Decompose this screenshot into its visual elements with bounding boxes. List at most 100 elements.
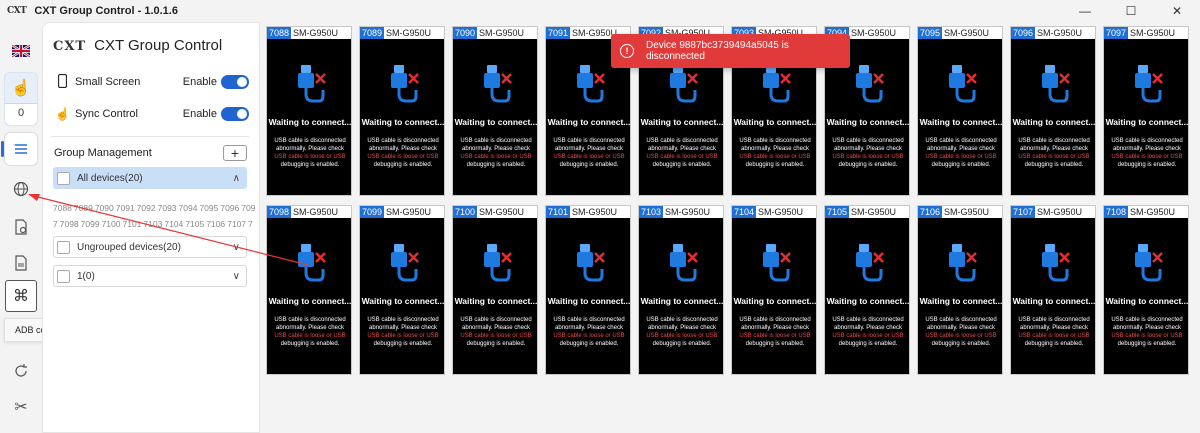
message-white: USB cable is disconnected abnormally. Pl… [460, 317, 532, 331]
device-number[interactable]: 7100 [102, 219, 121, 229]
device-number[interactable]: 7096 [220, 203, 239, 213]
message-tail: debugging is enabled. [652, 341, 712, 347]
waiting-text: Waiting to connect... [919, 296, 1003, 306]
device-number[interactable]: 7095 [199, 203, 218, 213]
device-number[interactable]: 7106 [206, 219, 225, 229]
device-number[interactable]: 7092 [137, 203, 156, 213]
touch-control-toggle[interactable]: ☝ 0 [4, 72, 38, 126]
device-card[interactable]: 7088 SM-G950U Waiting to connect... USB cab… [266, 26, 352, 196]
message-tail: debugging is enabled. [745, 341, 805, 347]
device-card[interactable]: 7098 SM-G950U Waiting to connect... USB cab… [266, 205, 352, 375]
device-number[interactable]: 7098 [60, 219, 79, 229]
rotate-icon[interactable] [4, 354, 38, 388]
group-all-devices[interactable]: All devices(20) ∧ [53, 167, 247, 189]
message-tail: debugging is enabled. [280, 341, 340, 347]
message-tail: debugging is enabled. [931, 162, 991, 168]
scissors-icon[interactable]: ✂ [4, 390, 38, 424]
message-red: USB cable is loose or USB [460, 333, 532, 339]
device-card[interactable]: 7095 SM-G950U Waiting to connect... USB cab… [917, 26, 1003, 196]
chevron-down-icon[interactable]: ∨ [233, 271, 240, 282]
device-card[interactable]: 7100 SM-G950U Waiting to connect... USB cab… [452, 205, 538, 375]
message-tail: debugging is enabled. [1117, 162, 1177, 168]
control-panel: CXT CXT Group Control Small Screen Enabl… [42, 22, 260, 433]
close-button[interactable]: ✕ [1154, 0, 1200, 22]
device-header: 7098 SM-G950U [267, 206, 351, 218]
device-card[interactable]: 7107 SM-G950U Waiting to connect... USB cab… [1010, 205, 1096, 375]
message-red: USB cable is loose or USB [925, 154, 997, 160]
device-number-badge: 7099 [360, 206, 385, 218]
device-card[interactable]: 7103 SM-G950U Waiting to connect... USB cab… [638, 205, 724, 375]
device-number[interactable]: 7094 [179, 203, 198, 213]
device-number[interactable]: 7090 [95, 203, 114, 213]
text-file-icon[interactable] [4, 246, 38, 280]
brand-logo: CXT [53, 39, 87, 54]
message-tail: debugging is enabled. [466, 162, 526, 168]
device-model: SM-G950U [386, 207, 432, 217]
minimize-button[interactable]: — [1062, 0, 1108, 22]
message-red: USB cable is loose or USB [832, 154, 904, 160]
device-number-badge: 7089 [360, 27, 385, 39]
device-model: SM-G950U [479, 207, 525, 217]
message-tail: debugging is enabled. [838, 162, 898, 168]
disconnect-toast: ! Device 9887bc3739494a5045 is disconnec… [611, 34, 850, 68]
device-number-badge: 7107 [1011, 206, 1036, 218]
device-number[interactable]: 7104 [164, 219, 183, 229]
message-tail: debugging is enabled. [931, 341, 991, 347]
globe-icon[interactable] [4, 172, 38, 206]
chevron-down-icon[interactable]: ∨ [233, 242, 240, 253]
disconnect-message: USB cable is disconnected abnormally. Pl… [827, 316, 909, 348]
device-number[interactable]: 7105 [185, 219, 204, 229]
sync-control-toggle[interactable] [221, 107, 249, 121]
alert-icon: ! [620, 44, 634, 58]
device-number[interactable]: 7101 [123, 219, 142, 229]
maximize-button[interactable]: ☐ [1108, 0, 1154, 22]
device-card[interactable]: 7099 SM-G950U Waiting to connect... USB cab… [359, 205, 445, 375]
usb-disconnected-icon [484, 244, 512, 282]
device-card[interactable]: 7104 SM-G950U Waiting to connect... USB cab… [731, 205, 817, 375]
device-header: 7108 SM-G950U [1104, 206, 1188, 218]
device-card[interactable]: 7090 SM-G950U Waiting to connect... USB cab… [452, 26, 538, 196]
chevron-up-icon[interactable]: ∧ [233, 173, 240, 184]
add-group-button[interactable]: + [223, 145, 247, 161]
device-card[interactable]: 7108 SM-G950U Waiting to connect... USB cab… [1103, 205, 1189, 375]
device-number[interactable]: 7091 [116, 203, 135, 213]
settings-file-icon[interactable] [4, 210, 38, 244]
group-1[interactable]: 1(0) ∨ [53, 265, 247, 287]
message-white: USB cable is disconnected abnormally. Pl… [832, 317, 904, 331]
message-white: USB cable is disconnected abnormally. Pl… [1111, 317, 1183, 331]
waiting-text: Waiting to connect... [1012, 296, 1096, 306]
device-card[interactable]: 7101 SM-G950U Waiting to connect... USB cab… [545, 205, 631, 375]
disconnect-message: USB cable is disconnected abnormally. Pl… [641, 137, 723, 169]
group-checkbox[interactable] [57, 240, 70, 254]
device-card[interactable]: 7089 SM-G950U Waiting to connect... USB cab… [359, 26, 445, 196]
device-card[interactable]: 7097 SM-G950U Waiting to connect... USB cab… [1103, 26, 1189, 196]
message-red: USB cable is loose or USB [1018, 333, 1090, 339]
group-checkbox[interactable] [57, 171, 70, 185]
group-checkbox[interactable] [57, 269, 70, 283]
message-red: USB cable is loose or USB [646, 333, 718, 339]
device-card[interactable]: 7096 SM-G950U Waiting to connect... USB cab… [1010, 26, 1096, 196]
device-number[interactable]: 7088 [53, 203, 72, 213]
message-red: USB cable is loose or USB [553, 154, 625, 160]
usb-disconnected-icon [949, 65, 977, 103]
message-white: USB cable is disconnected abnormally. Pl… [553, 138, 625, 152]
message-tail: debugging is enabled. [1024, 341, 1084, 347]
list-view-icon[interactable] [1, 132, 38, 166]
small-screen-toggle[interactable] [221, 75, 249, 89]
device-number[interactable]: 7089 [74, 203, 93, 213]
device-card[interactable]: 7106 SM-G950U Waiting to connect... USB cab… [917, 205, 1003, 375]
adb-command-icon[interactable]: ⌘ [5, 280, 37, 312]
device-number-badge: 7091 [546, 27, 571, 39]
touch-count: 0 [5, 103, 37, 125]
device-header: 7103 SM-G950U [639, 206, 723, 218]
device-model: SM-G950U [758, 207, 804, 217]
device-card[interactable]: 7105 SM-G950U Waiting to connect... USB cab… [824, 205, 910, 375]
group-ungrouped-devices[interactable]: Ungrouped devices(20) ∨ [53, 236, 247, 258]
message-tail: debugging is enabled. [373, 162, 433, 168]
device-number[interactable]: 7103 [143, 219, 162, 229]
uk-flag-icon[interactable] [4, 34, 38, 68]
device-header: 7088 SM-G950U [267, 27, 351, 39]
device-number[interactable]: 7099 [81, 219, 100, 229]
device-number[interactable]: 7093 [158, 203, 177, 213]
device-number[interactable]: 7107 [227, 219, 246, 229]
